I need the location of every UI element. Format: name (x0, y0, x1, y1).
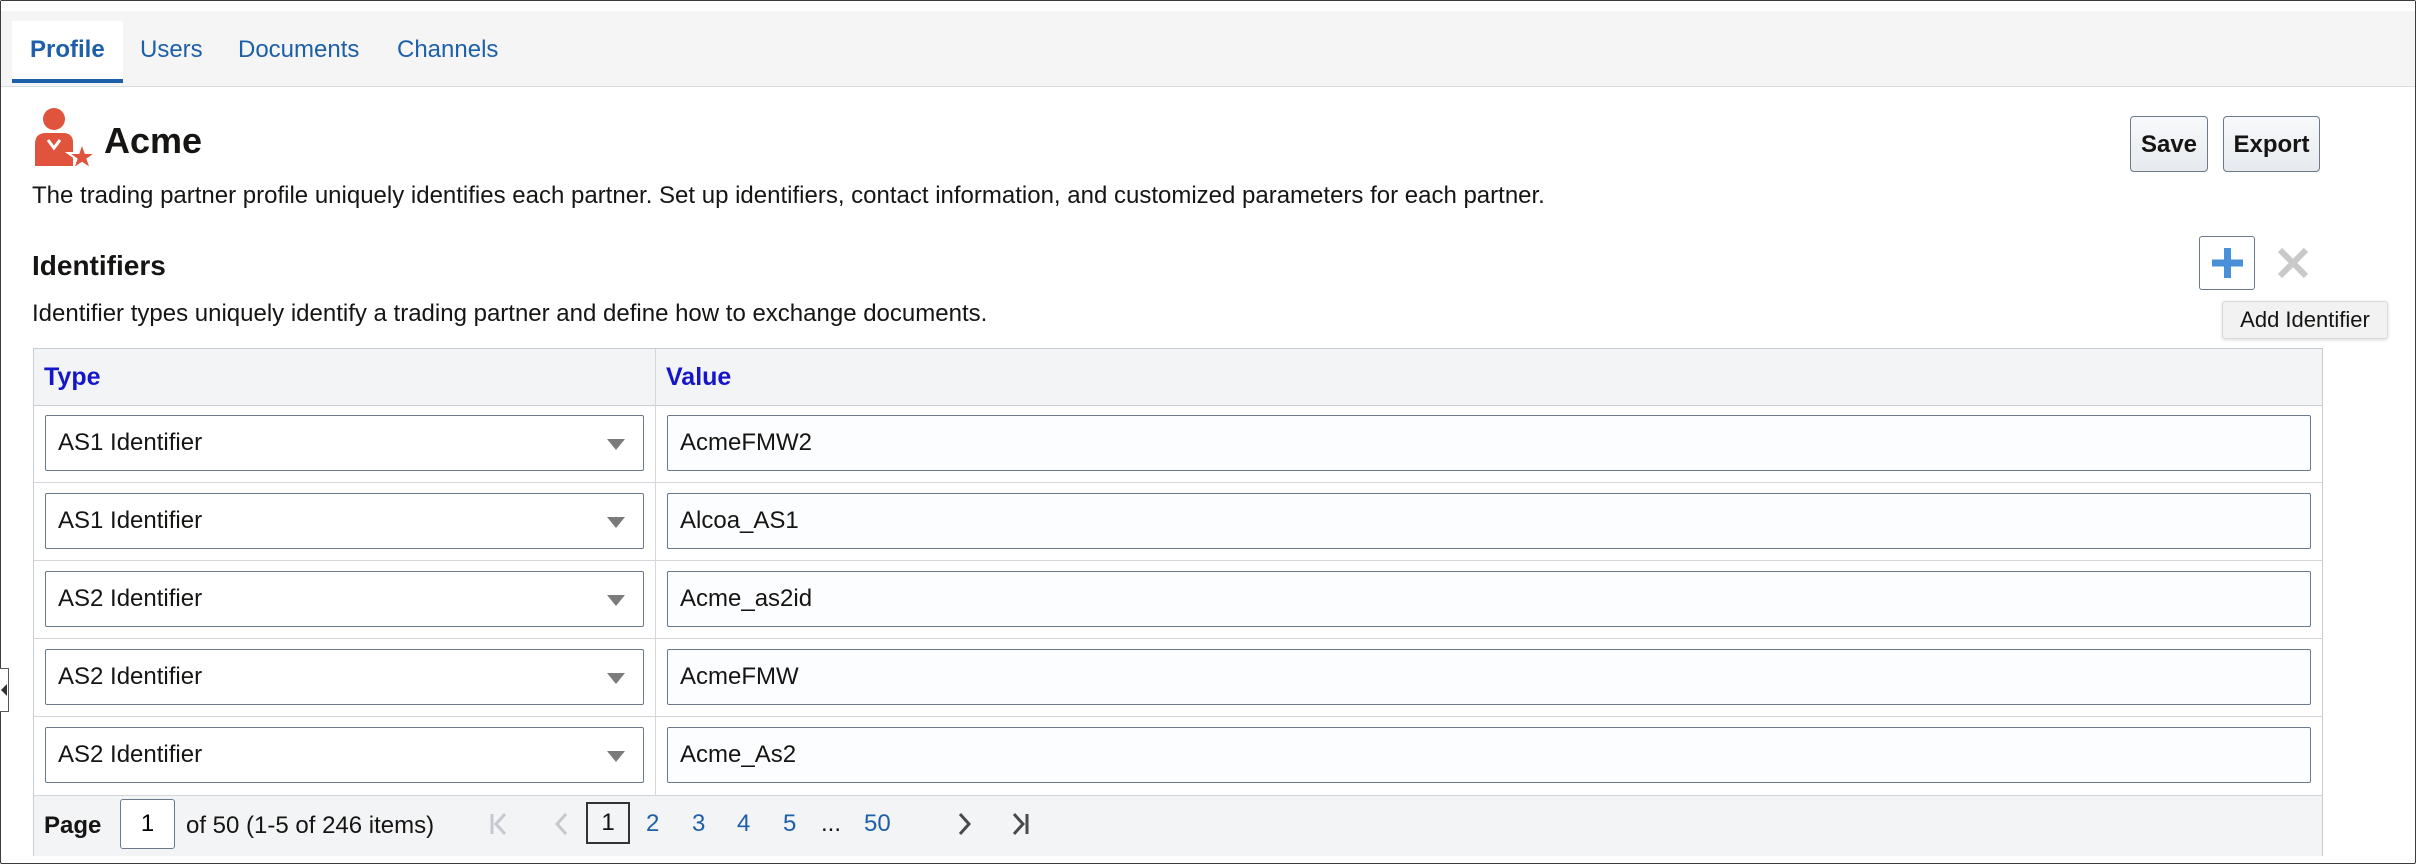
type-select[interactable]: AS1 Identifier (45, 493, 644, 549)
type-select-value: AS1 Identifier (58, 507, 203, 534)
chevron-down-icon (607, 595, 625, 606)
chevron-down-icon (607, 673, 625, 684)
type-select-value: AS2 Identifier (58, 663, 203, 690)
type-select[interactable]: AS1 Identifier (45, 415, 644, 471)
section-title: Identifiers (32, 250, 166, 281)
add-identifier-tooltip: Add Identifier (2222, 301, 2388, 339)
first-page-icon[interactable] (479, 804, 519, 844)
type-select-value: AS1 Identifier (58, 429, 203, 456)
page-summary: of 50 (1-5 of 246 items) (186, 812, 435, 839)
tab-users[interactable]: Users (122, 21, 221, 79)
type-select-value: AS2 Identifier (58, 585, 203, 612)
page-link[interactable]: 5 (783, 810, 796, 838)
chevron-down-icon (607, 517, 625, 528)
table-row: AS2 Identifier (34, 639, 2322, 717)
table-row: AS2 Identifier (34, 561, 2322, 639)
chevron-down-icon (607, 439, 625, 450)
section-description: Identifier types uniquely identify a tra… (32, 300, 988, 327)
value-input[interactable] (667, 415, 2311, 471)
tab-documents[interactable]: Documents (220, 21, 377, 79)
value-input[interactable] (667, 649, 2311, 705)
partner-description: The trading partner profile uniquely ide… (32, 182, 1545, 209)
type-select-value: AS2 Identifier (58, 741, 203, 768)
export-button[interactable]: Export (2223, 116, 2320, 172)
page-link[interactable]: 3 (692, 810, 705, 838)
save-button[interactable]: Save (2130, 116, 2208, 172)
page-link-current[interactable]: 1 (586, 802, 630, 844)
last-page-icon[interactable] (1000, 804, 1040, 844)
table-row: AS1 Identifier (34, 483, 2322, 561)
close-icon (2277, 247, 2309, 279)
value-input[interactable] (667, 727, 2311, 783)
value-input[interactable] (667, 493, 2311, 549)
page-link[interactable]: 4 (737, 810, 750, 838)
table-row: AS2 Identifier (34, 717, 2322, 795)
page-ellipsis: ... (821, 810, 842, 837)
next-page-icon[interactable] (944, 804, 984, 844)
table-row: AS1 Identifier (34, 405, 2322, 483)
page-link[interactable]: 2 (646, 810, 659, 838)
pagination-bar: Page of 50 (1-5 of 246 items) 1 2 3 4 5 … (34, 795, 2322, 856)
partner-name: Acme (104, 120, 203, 161)
page-number-input[interactable] (120, 799, 175, 849)
page-label: Page (44, 812, 102, 839)
page-link-last[interactable]: 50 (864, 810, 891, 838)
chevron-down-icon (607, 751, 625, 762)
type-select[interactable]: AS2 Identifier (45, 727, 644, 783)
identifiers-table: Type Value AS1 Identifier AS1 Identifier… (33, 348, 2323, 856)
tab-channels[interactable]: Channels (379, 21, 516, 79)
trading-partner-icon (35, 108, 98, 172)
chevron-left-icon (1, 684, 7, 696)
add-identifier-button[interactable] (2199, 236, 2255, 290)
type-select[interactable]: AS2 Identifier (45, 571, 644, 627)
type-select[interactable]: AS2 Identifier (45, 649, 644, 705)
delete-identifier-button[interactable] (2265, 236, 2321, 290)
tab-bar: Profile Users Documents Channels (1, 11, 2415, 87)
collapse-panel-handle[interactable] (0, 668, 9, 712)
table-header: Type Value (34, 349, 2322, 406)
column-header-type[interactable]: Type (34, 349, 101, 405)
plus-icon (2212, 248, 2243, 278)
tab-profile[interactable]: Profile (12, 21, 123, 83)
column-header-value[interactable]: Value (656, 349, 731, 405)
previous-page-icon[interactable] (542, 804, 582, 844)
value-input[interactable] (667, 571, 2311, 627)
